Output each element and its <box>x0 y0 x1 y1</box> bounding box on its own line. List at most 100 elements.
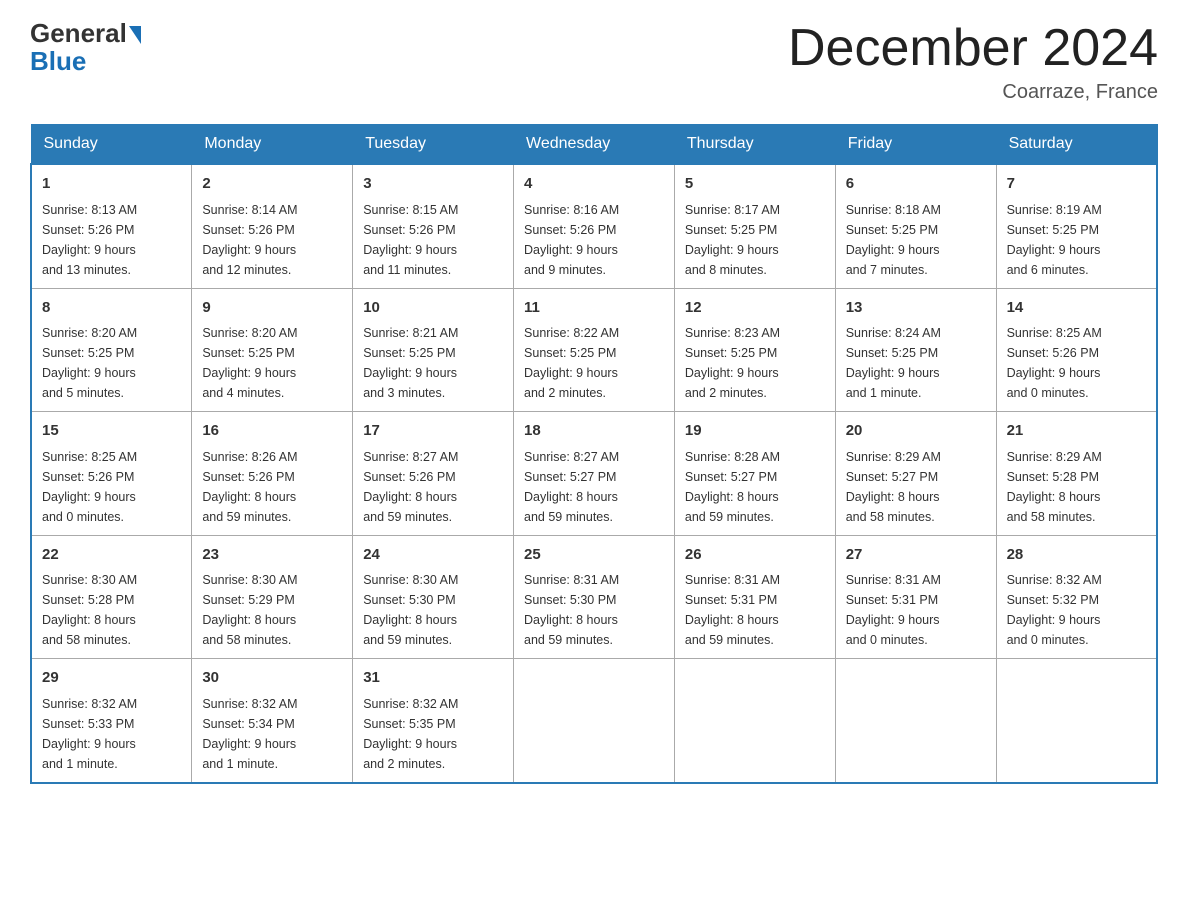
day-info: Sunrise: 8:22 AMSunset: 5:25 PMDaylight:… <box>524 326 619 400</box>
day-info: Sunrise: 8:30 AMSunset: 5:30 PMDaylight:… <box>363 573 458 647</box>
calendar-header-row: SundayMondayTuesdayWednesdayThursdayFrid… <box>31 125 1157 165</box>
calendar-cell <box>674 659 835 783</box>
header-sunday: Sunday <box>31 125 192 165</box>
day-info: Sunrise: 8:19 AMSunset: 5:25 PMDaylight:… <box>1007 203 1102 277</box>
header-wednesday: Wednesday <box>514 125 675 165</box>
day-info: Sunrise: 8:26 AMSunset: 5:26 PMDaylight:… <box>202 450 297 524</box>
day-number: 5 <box>685 173 825 196</box>
calendar-cell: 26 Sunrise: 8:31 AMSunset: 5:31 PMDaylig… <box>674 535 835 659</box>
calendar-cell: 9 Sunrise: 8:20 AMSunset: 5:25 PMDayligh… <box>192 288 353 412</box>
calendar-cell: 2 Sunrise: 8:14 AMSunset: 5:26 PMDayligh… <box>192 164 353 288</box>
day-number: 4 <box>524 173 664 196</box>
day-number: 13 <box>846 297 986 320</box>
calendar-week-row: 1 Sunrise: 8:13 AMSunset: 5:26 PMDayligh… <box>31 164 1157 288</box>
calendar-cell: 20 Sunrise: 8:29 AMSunset: 5:27 PMDaylig… <box>835 412 996 536</box>
day-number: 15 <box>42 420 181 443</box>
header-thursday: Thursday <box>674 125 835 165</box>
day-info: Sunrise: 8:23 AMSunset: 5:25 PMDaylight:… <box>685 326 780 400</box>
day-number: 1 <box>42 173 181 196</box>
day-info: Sunrise: 8:13 AMSunset: 5:26 PMDaylight:… <box>42 203 137 277</box>
calendar-cell: 13 Sunrise: 8:24 AMSunset: 5:25 PMDaylig… <box>835 288 996 412</box>
calendar-table: SundayMondayTuesdayWednesdayThursdayFrid… <box>30 124 1158 784</box>
day-info: Sunrise: 8:17 AMSunset: 5:25 PMDaylight:… <box>685 203 780 277</box>
logo-arrow-icon <box>129 26 141 44</box>
calendar-cell <box>996 659 1157 783</box>
calendar-cell <box>835 659 996 783</box>
day-info: Sunrise: 8:14 AMSunset: 5:26 PMDaylight:… <box>202 203 297 277</box>
logo-blue: Blue <box>30 46 86 77</box>
day-number: 18 <box>524 420 664 443</box>
calendar-cell: 1 Sunrise: 8:13 AMSunset: 5:26 PMDayligh… <box>31 164 192 288</box>
day-info: Sunrise: 8:20 AMSunset: 5:25 PMDaylight:… <box>42 326 137 400</box>
day-number: 26 <box>685 544 825 567</box>
title-section: December 2024 Coarraze, France <box>788 20 1158 104</box>
day-info: Sunrise: 8:32 AMSunset: 5:35 PMDaylight:… <box>363 697 458 771</box>
calendar-week-row: 8 Sunrise: 8:20 AMSunset: 5:25 PMDayligh… <box>31 288 1157 412</box>
day-number: 31 <box>363 667 503 690</box>
day-info: Sunrise: 8:16 AMSunset: 5:26 PMDaylight:… <box>524 203 619 277</box>
calendar-cell: 22 Sunrise: 8:30 AMSunset: 5:28 PMDaylig… <box>31 535 192 659</box>
logo-general: General <box>30 20 127 46</box>
day-number: 25 <box>524 544 664 567</box>
calendar-cell: 19 Sunrise: 8:28 AMSunset: 5:27 PMDaylig… <box>674 412 835 536</box>
day-info: Sunrise: 8:28 AMSunset: 5:27 PMDaylight:… <box>685 450 780 524</box>
day-number: 21 <box>1007 420 1146 443</box>
day-number: 28 <box>1007 544 1146 567</box>
calendar-cell: 15 Sunrise: 8:25 AMSunset: 5:26 PMDaylig… <box>31 412 192 536</box>
calendar-cell: 30 Sunrise: 8:32 AMSunset: 5:34 PMDaylig… <box>192 659 353 783</box>
day-number: 10 <box>363 297 503 320</box>
day-number: 7 <box>1007 173 1146 196</box>
day-info: Sunrise: 8:25 AMSunset: 5:26 PMDaylight:… <box>42 450 137 524</box>
calendar-cell <box>514 659 675 783</box>
day-info: Sunrise: 8:27 AMSunset: 5:26 PMDaylight:… <box>363 450 458 524</box>
day-number: 16 <box>202 420 342 443</box>
day-number: 11 <box>524 297 664 320</box>
day-info: Sunrise: 8:31 AMSunset: 5:31 PMDaylight:… <box>685 573 780 647</box>
day-number: 27 <box>846 544 986 567</box>
calendar-cell: 16 Sunrise: 8:26 AMSunset: 5:26 PMDaylig… <box>192 412 353 536</box>
day-number: 17 <box>363 420 503 443</box>
day-info: Sunrise: 8:15 AMSunset: 5:26 PMDaylight:… <box>363 203 458 277</box>
day-number: 12 <box>685 297 825 320</box>
day-number: 6 <box>846 173 986 196</box>
day-number: 8 <box>42 297 181 320</box>
day-number: 14 <box>1007 297 1146 320</box>
day-info: Sunrise: 8:27 AMSunset: 5:27 PMDaylight:… <box>524 450 619 524</box>
day-info: Sunrise: 8:29 AMSunset: 5:28 PMDaylight:… <box>1007 450 1102 524</box>
day-number: 22 <box>42 544 181 567</box>
calendar-cell: 11 Sunrise: 8:22 AMSunset: 5:25 PMDaylig… <box>514 288 675 412</box>
header-tuesday: Tuesday <box>353 125 514 165</box>
calendar-cell: 21 Sunrise: 8:29 AMSunset: 5:28 PMDaylig… <box>996 412 1157 536</box>
calendar-cell: 7 Sunrise: 8:19 AMSunset: 5:25 PMDayligh… <box>996 164 1157 288</box>
logo: General Blue <box>30 20 141 77</box>
calendar-week-row: 22 Sunrise: 8:30 AMSunset: 5:28 PMDaylig… <box>31 535 1157 659</box>
day-number: 9 <box>202 297 342 320</box>
calendar-cell: 3 Sunrise: 8:15 AMSunset: 5:26 PMDayligh… <box>353 164 514 288</box>
calendar-cell: 27 Sunrise: 8:31 AMSunset: 5:31 PMDaylig… <box>835 535 996 659</box>
calendar-cell: 4 Sunrise: 8:16 AMSunset: 5:26 PMDayligh… <box>514 164 675 288</box>
calendar-cell: 28 Sunrise: 8:32 AMSunset: 5:32 PMDaylig… <box>996 535 1157 659</box>
calendar-cell: 12 Sunrise: 8:23 AMSunset: 5:25 PMDaylig… <box>674 288 835 412</box>
calendar-cell: 17 Sunrise: 8:27 AMSunset: 5:26 PMDaylig… <box>353 412 514 536</box>
calendar-cell: 18 Sunrise: 8:27 AMSunset: 5:27 PMDaylig… <box>514 412 675 536</box>
page-header: General Blue December 2024 Coarraze, Fra… <box>30 20 1158 104</box>
header-friday: Friday <box>835 125 996 165</box>
day-number: 24 <box>363 544 503 567</box>
day-number: 3 <box>363 173 503 196</box>
day-info: Sunrise: 8:25 AMSunset: 5:26 PMDaylight:… <box>1007 326 1102 400</box>
day-info: Sunrise: 8:18 AMSunset: 5:25 PMDaylight:… <box>846 203 941 277</box>
calendar-cell: 14 Sunrise: 8:25 AMSunset: 5:26 PMDaylig… <box>996 288 1157 412</box>
calendar-cell: 23 Sunrise: 8:30 AMSunset: 5:29 PMDaylig… <box>192 535 353 659</box>
header-saturday: Saturday <box>996 125 1157 165</box>
day-number: 23 <box>202 544 342 567</box>
calendar-cell: 5 Sunrise: 8:17 AMSunset: 5:25 PMDayligh… <box>674 164 835 288</box>
day-info: Sunrise: 8:30 AMSunset: 5:28 PMDaylight:… <box>42 573 137 647</box>
day-number: 19 <box>685 420 825 443</box>
calendar-cell: 6 Sunrise: 8:18 AMSunset: 5:25 PMDayligh… <box>835 164 996 288</box>
month-title: December 2024 <box>788 20 1158 77</box>
day-info: Sunrise: 8:32 AMSunset: 5:34 PMDaylight:… <box>202 697 297 771</box>
calendar-cell: 8 Sunrise: 8:20 AMSunset: 5:25 PMDayligh… <box>31 288 192 412</box>
calendar-cell: 31 Sunrise: 8:32 AMSunset: 5:35 PMDaylig… <box>353 659 514 783</box>
day-number: 20 <box>846 420 986 443</box>
day-info: Sunrise: 8:32 AMSunset: 5:33 PMDaylight:… <box>42 697 137 771</box>
